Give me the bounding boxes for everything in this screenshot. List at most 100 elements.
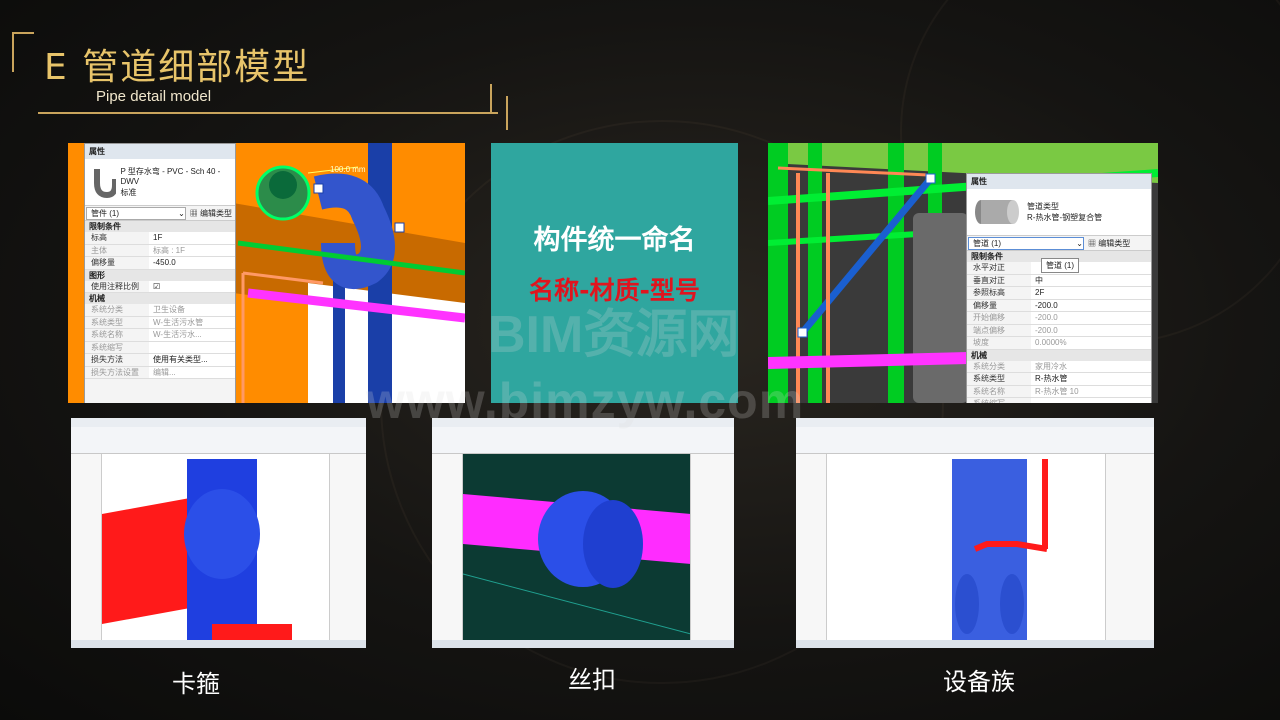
revit-ribbon bbox=[796, 427, 1154, 454]
property-row[interactable]: 参照标高 2F bbox=[967, 287, 1151, 300]
property-key: 系统缩写 bbox=[967, 398, 1031, 403]
naming-card: 构件统一命名 名称-材质-型号 bbox=[491, 143, 738, 403]
properties-section-header[interactable]: 图形 bbox=[85, 269, 235, 281]
property-row[interactable]: 偏移量 -450.0 bbox=[85, 257, 235, 270]
thread-revit-screenshot bbox=[432, 418, 734, 648]
instance-selector[interactable]: 管件 (1) ⌄ bbox=[86, 206, 186, 220]
property-row[interactable]: 系统分类 家用冷水 bbox=[967, 360, 1151, 373]
naming-rule: 名称-材质-型号 bbox=[529, 276, 700, 305]
property-row[interactable]: 垂直对正 中 bbox=[967, 274, 1151, 287]
property-key: 参照标高 bbox=[973, 288, 1005, 297]
dropdown-tooltip: 管道 (1) bbox=[1041, 258, 1079, 273]
properties-section-header[interactable]: 机械 bbox=[967, 349, 1151, 361]
properties-panel[interactable]: 属性 管道类型 R-热水管-钢塑复合管 管道 (1) ⌄ ▦ 编辑类型 限制条件… bbox=[966, 173, 1152, 403]
property-key: 系统分类 bbox=[91, 305, 123, 314]
property-key: 系统缩写 bbox=[91, 342, 123, 352]
property-key: 坡度 bbox=[973, 338, 989, 347]
property-key: 系统类型 bbox=[91, 317, 123, 327]
property-row[interactable]: 系统类型 R-热水管 bbox=[967, 373, 1151, 386]
family-name: 管道类型 bbox=[1027, 202, 1059, 211]
properties-sidebar bbox=[329, 454, 366, 640]
property-value[interactable]: R-热水管 10 bbox=[1031, 385, 1151, 397]
property-key: 垂直对正 bbox=[973, 275, 1005, 285]
property-value[interactable] bbox=[149, 341, 235, 353]
project-browser bbox=[796, 454, 827, 640]
property-row[interactable]: 系统缩写 bbox=[85, 341, 235, 354]
instance-selector-label: 管道 (1) bbox=[973, 238, 1001, 248]
property-row[interactable]: 开始偏移 -200.0 bbox=[967, 312, 1151, 325]
property-value[interactable]: W-生活污水... bbox=[149, 329, 235, 341]
property-value[interactable]: W-生活污水管 bbox=[149, 316, 235, 328]
property-row[interactable]: 坡度 0.0000% bbox=[967, 337, 1151, 350]
edit-type-label: 编辑类型 bbox=[1098, 238, 1131, 248]
edit-type-button[interactable]: ▦ 编辑类型 bbox=[1085, 238, 1133, 249]
edit-type-button[interactable]: ▦ 编辑类型 bbox=[187, 208, 235, 219]
property-key: 水平对正 bbox=[973, 263, 1005, 272]
property-row[interactable]: 系统缩写 bbox=[967, 398, 1151, 403]
property-row[interactable]: 标高 1F bbox=[85, 232, 235, 245]
property-row[interactable]: 系统名称 R-热水管 10 bbox=[967, 385, 1151, 398]
property-key: 偏移量 bbox=[91, 258, 115, 267]
instance-selector[interactable]: 管道 (1) ⌄ bbox=[968, 236, 1084, 250]
property-value[interactable]: -200.0 bbox=[1031, 324, 1151, 336]
property-value[interactable]: 中 bbox=[1031, 274, 1151, 286]
family-name: P 型存水弯 - PVC - Sch 40 - DWV bbox=[120, 166, 221, 186]
property-value[interactable]: -200.0 bbox=[1031, 312, 1151, 324]
naming-heading: 构件统一命名 bbox=[533, 225, 696, 256]
property-row[interactable]: 系统分类 卫生设备 bbox=[85, 304, 235, 317]
caption-clamp: 卡箍 bbox=[172, 670, 220, 698]
property-value[interactable]: ☑ bbox=[149, 280, 235, 292]
project-browser bbox=[432, 454, 463, 640]
property-value[interactable]: R-热水管 bbox=[1031, 373, 1151, 385]
property-row[interactable]: 端点偏移 -200.0 bbox=[967, 324, 1151, 337]
property-value[interactable]: 使用有关类型... bbox=[149, 354, 235, 366]
properties-sidebar bbox=[1105, 454, 1154, 640]
revit-status-bar bbox=[796, 640, 1154, 648]
property-value[interactable]: 标高 : 1F bbox=[149, 244, 235, 256]
type-selector[interactable]: P 型存水弯 - PVC - Sch 40 - DWV 标准 bbox=[85, 159, 235, 206]
property-value[interactable]: 1F bbox=[149, 232, 235, 244]
property-key: 标高 bbox=[91, 233, 107, 242]
property-row[interactable]: 损失方法 使用有关类型... bbox=[85, 354, 235, 367]
property-row[interactable]: 偏移量 -200.0 bbox=[967, 299, 1151, 312]
property-value[interactable]: -450.0 bbox=[149, 257, 235, 269]
family-type: 标准 bbox=[120, 187, 137, 197]
chevron-down-icon: ⌄ bbox=[178, 208, 185, 218]
property-value[interactable] bbox=[1031, 398, 1151, 403]
property-row[interactable]: 主体 标高 : 1F bbox=[85, 244, 235, 257]
property-row[interactable]: 使用注释比例 ☑ bbox=[85, 280, 235, 293]
property-value[interactable]: 卫生设备 bbox=[149, 304, 235, 316]
caption-thread: 丝扣 bbox=[568, 666, 616, 694]
type-selector[interactable]: 管道类型 R-热水管-钢塑复合管 bbox=[967, 189, 1151, 236]
property-value[interactable]: 编辑... bbox=[149, 366, 235, 378]
page-subtitle: Pipe detail model bbox=[96, 88, 212, 105]
ptrap-family-icon bbox=[94, 169, 117, 199]
property-row[interactable]: 系统类型 W-生活污水管 bbox=[85, 316, 235, 329]
properties-section-header[interactable]: 机械 bbox=[85, 293, 235, 304]
edit-type-label: 编辑类型 bbox=[200, 208, 232, 218]
property-value[interactable]: 家用冷水 bbox=[1031, 360, 1151, 372]
instance-selector-label: 管件 (1) bbox=[91, 208, 119, 218]
edit-type-icon: ▦ bbox=[189, 208, 198, 218]
properties-panel[interactable]: 属性 P 型存水弯 - PVC - Sch 40 - DWV 标准 管件 (1)… bbox=[84, 143, 236, 403]
property-key: 偏移量 bbox=[973, 300, 997, 310]
title-frame-underline bbox=[38, 112, 498, 114]
property-key: 系统分类 bbox=[973, 361, 1005, 371]
properties-table: 限制条件 标高 1F 主体 标高 : 1F 偏移量 -450.0 图形 使用注释比例 ☑ 机械 系统分… bbox=[85, 221, 235, 379]
property-key: 损失方法 bbox=[91, 355, 123, 364]
page-title: E 管道细部模型 bbox=[44, 47, 311, 88]
property-value[interactable]: -200.0 bbox=[1031, 299, 1151, 311]
revit-status-bar bbox=[432, 640, 734, 648]
title-frame-corner bbox=[490, 84, 492, 114]
property-key: 损失方法设置 bbox=[91, 367, 139, 377]
project-browser bbox=[71, 454, 102, 640]
property-value[interactable]: 0.0000% bbox=[1031, 337, 1151, 349]
property-value[interactable]: 2F bbox=[1031, 287, 1151, 299]
properties-section-header[interactable]: 限制条件 bbox=[85, 221, 235, 232]
title-frame-corner bbox=[506, 96, 508, 130]
property-row[interactable]: 损失方法设置 编辑... bbox=[85, 366, 235, 379]
property-row[interactable]: 系统名称 W-生活污水... bbox=[85, 329, 235, 342]
clamp-revit-screenshot bbox=[71, 418, 366, 648]
pipe-screenshot: 属性 管道类型 R-热水管-钢塑复合管 管道 (1) ⌄ ▦ 编辑类型 限制条件… bbox=[768, 143, 1158, 403]
edit-type-icon: ▦ bbox=[1088, 238, 1096, 248]
